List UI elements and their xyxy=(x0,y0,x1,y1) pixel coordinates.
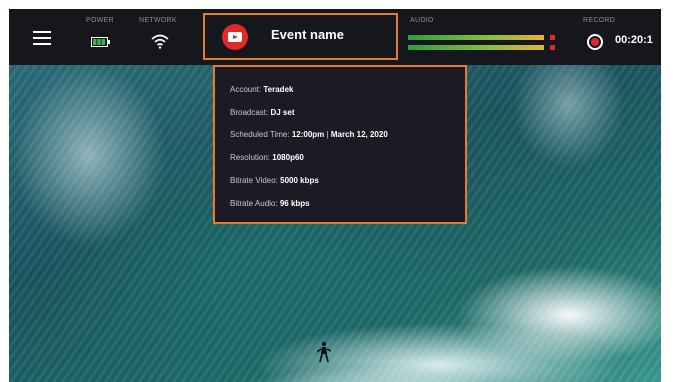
info-broadcast: Broadcast: DJ set xyxy=(230,108,295,117)
scheduled-time-value: 12:00pm xyxy=(291,130,325,139)
event-selector[interactable]: Event name xyxy=(203,13,398,60)
battery-icon xyxy=(91,37,110,47)
account-value: Teradek xyxy=(263,85,294,94)
bitrate-audio-label: Bitrate Audio: xyxy=(230,199,278,208)
event-info-popup: Account: Teradek Broadcast: DJ set Sched… xyxy=(213,65,467,224)
network-label: NETWORK xyxy=(139,17,177,24)
resolution-value: 1080p60 xyxy=(272,153,304,162)
record-label: RECORD xyxy=(583,17,616,24)
account-label: Account: xyxy=(230,85,262,94)
record-button[interactable] xyxy=(587,34,603,50)
hamburger-menu-icon[interactable] xyxy=(33,31,51,45)
audio-channel-left-bar xyxy=(408,35,544,40)
bitrate-video-value: 5000 kbps xyxy=(280,176,319,185)
power-label: POWER xyxy=(86,17,114,24)
audio-peak-indicator-left xyxy=(550,35,555,40)
top-status-bar: POWER NETWORK Event name AUDIO RECORD 00… xyxy=(9,9,661,65)
broadcast-label: Broadcast: xyxy=(230,108,269,117)
scheduled-separator: | xyxy=(326,130,329,139)
audio-label: AUDIO xyxy=(410,17,434,24)
bitrate-video-label: Bitrate Video: xyxy=(230,176,278,185)
play-icon xyxy=(228,32,242,42)
broadcast-value: DJ set xyxy=(270,108,295,117)
info-bitrate-video: Bitrate Video: 5000 kbps xyxy=(230,176,319,185)
audio-level-meter xyxy=(408,33,558,55)
bitrate-audio-value: 96 kbps xyxy=(279,199,310,208)
wifi-icon xyxy=(151,34,169,49)
record-timer: 00:20:1 xyxy=(615,34,653,46)
info-bitrate-audio: Bitrate Audio: 96 kbps xyxy=(230,199,310,208)
youtube-icon xyxy=(222,24,248,50)
info-resolution: Resolution: 1080p60 xyxy=(230,153,304,162)
device-screen: POWER NETWORK Event name AUDIO RECORD 00… xyxy=(9,9,661,382)
scheduled-date-value: March 12, 2020 xyxy=(330,130,388,139)
info-account: Account: Teradek xyxy=(230,85,293,94)
scheduled-label: Scheduled Time: xyxy=(230,130,290,139)
resolution-label: Resolution: xyxy=(230,153,271,162)
event-name: Event name xyxy=(271,27,344,42)
audio-peak-indicator-right xyxy=(550,45,555,50)
audio-channel-right-bar xyxy=(408,45,544,50)
surfer-figure xyxy=(317,341,331,363)
info-scheduled-time: Scheduled Time: 12:00pm | March 12, 2020 xyxy=(230,130,388,139)
